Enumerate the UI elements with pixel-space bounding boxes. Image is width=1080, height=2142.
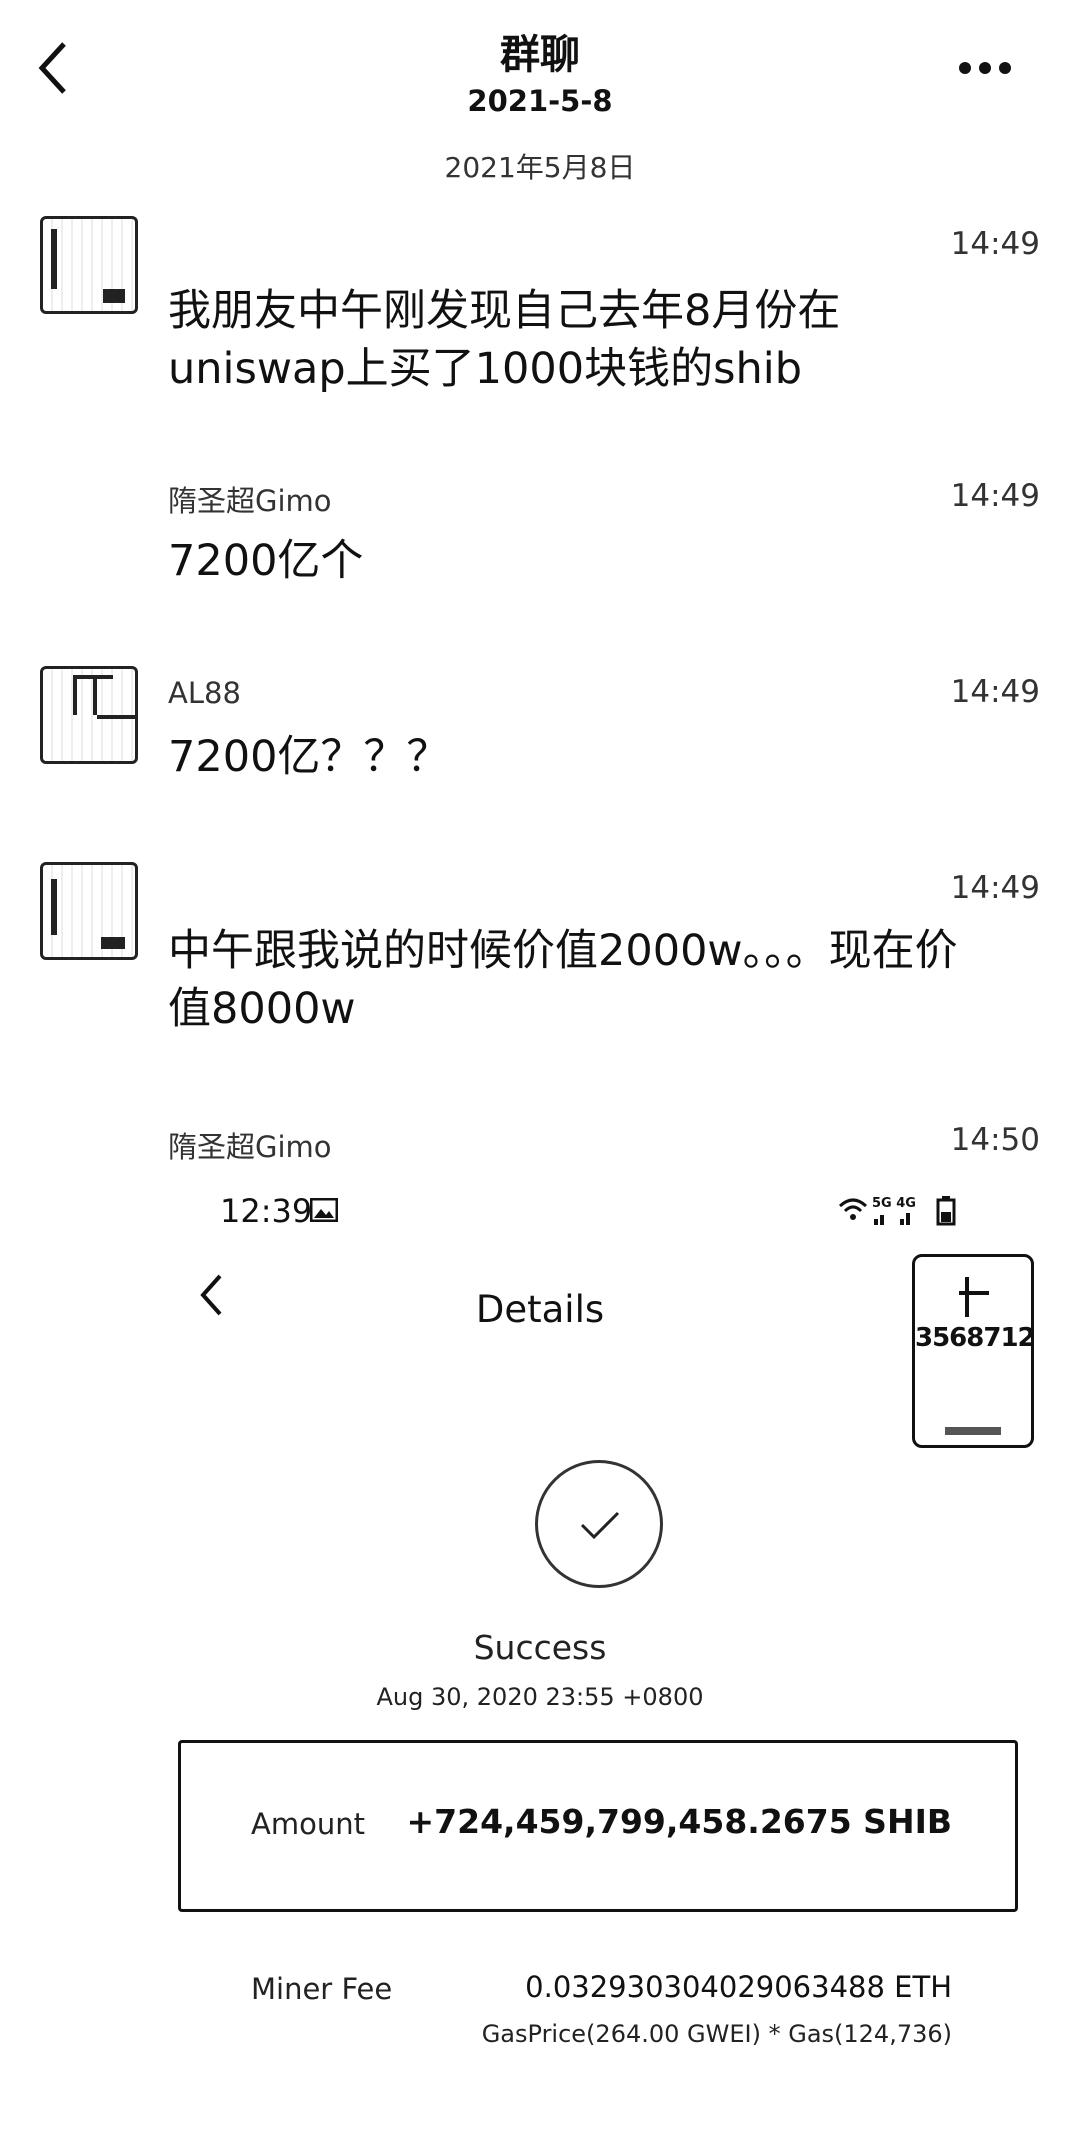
- message-sender: 隋圣超Gimo: [168, 1130, 332, 1164]
- message-time: 14:49: [950, 674, 1040, 710]
- status-text: Success: [473, 1628, 607, 1667]
- date-separator: 2021年5月8日: [444, 151, 636, 184]
- checkmark-icon: [535, 1460, 663, 1588]
- message-text[interactable]: 中午跟我说的时候价值2000w。。。现在价 值8000w: [168, 922, 958, 1038]
- signal-bars-icon: [872, 1210, 924, 1229]
- miner-fee-label: Miner Fee: [251, 1972, 393, 2006]
- more-dots-icon[interactable]: [958, 60, 1012, 76]
- message-text[interactable]: 7200亿个: [168, 532, 363, 590]
- chat-title: 群聊: [500, 32, 580, 78]
- message-sender: AL88: [168, 676, 241, 710]
- image-icon: [309, 1197, 339, 1226]
- message-sender: 隋圣超Gimo: [168, 484, 332, 518]
- amount-label: Amount: [251, 1807, 365, 1841]
- floating-thumbnail[interactable]: 3568712: [912, 1254, 1034, 1448]
- message-line: 我朋友中午刚发现自己去年8月份在: [168, 286, 841, 336]
- message-text[interactable]: 7200亿？？？: [168, 728, 449, 786]
- message-line: 7200亿？？？: [168, 732, 450, 782]
- message-line: 值8000w: [168, 984, 356, 1034]
- message-time: 14:50: [950, 1122, 1040, 1158]
- transaction-date: Aug 30, 2020 23:55 +0800: [376, 1683, 704, 1711]
- avatar[interactable]: [40, 666, 138, 764]
- battery-icon: [936, 1196, 956, 1230]
- gas-detail: GasPrice(264.00 GWEI) * Gas(124,736): [481, 2020, 952, 2048]
- message-time: 14:49: [950, 870, 1040, 906]
- avatar[interactable]: [40, 216, 138, 314]
- message-line: 7200亿个: [168, 536, 364, 586]
- status-time: 12:39: [220, 1192, 313, 1230]
- avatar[interactable]: [40, 862, 138, 960]
- message-line: 中午跟我说的时候价值2000w。。。现在价: [168, 926, 958, 976]
- message-time: 14:49: [950, 226, 1040, 262]
- chat-subtitle: 2021-5-8: [467, 84, 613, 118]
- wifi-icon: [838, 1196, 868, 1226]
- signal-icon: 5G 4G: [872, 1196, 916, 1211]
- miner-fee-value: 0.032930304029063488 ETH: [525, 1970, 952, 2004]
- message-line: uniswap上买了1000块钱的shib: [168, 344, 802, 394]
- amount-value: +724,459,799,458.2675 SHIB: [406, 1802, 952, 1841]
- message-time: 14:49: [950, 478, 1040, 514]
- message-text[interactable]: 我朋友中午刚发现自己去年8月份在 uniswap上买了1000块钱的shib: [168, 282, 840, 398]
- thumbnail-number: 3568712: [915, 1323, 1034, 1353]
